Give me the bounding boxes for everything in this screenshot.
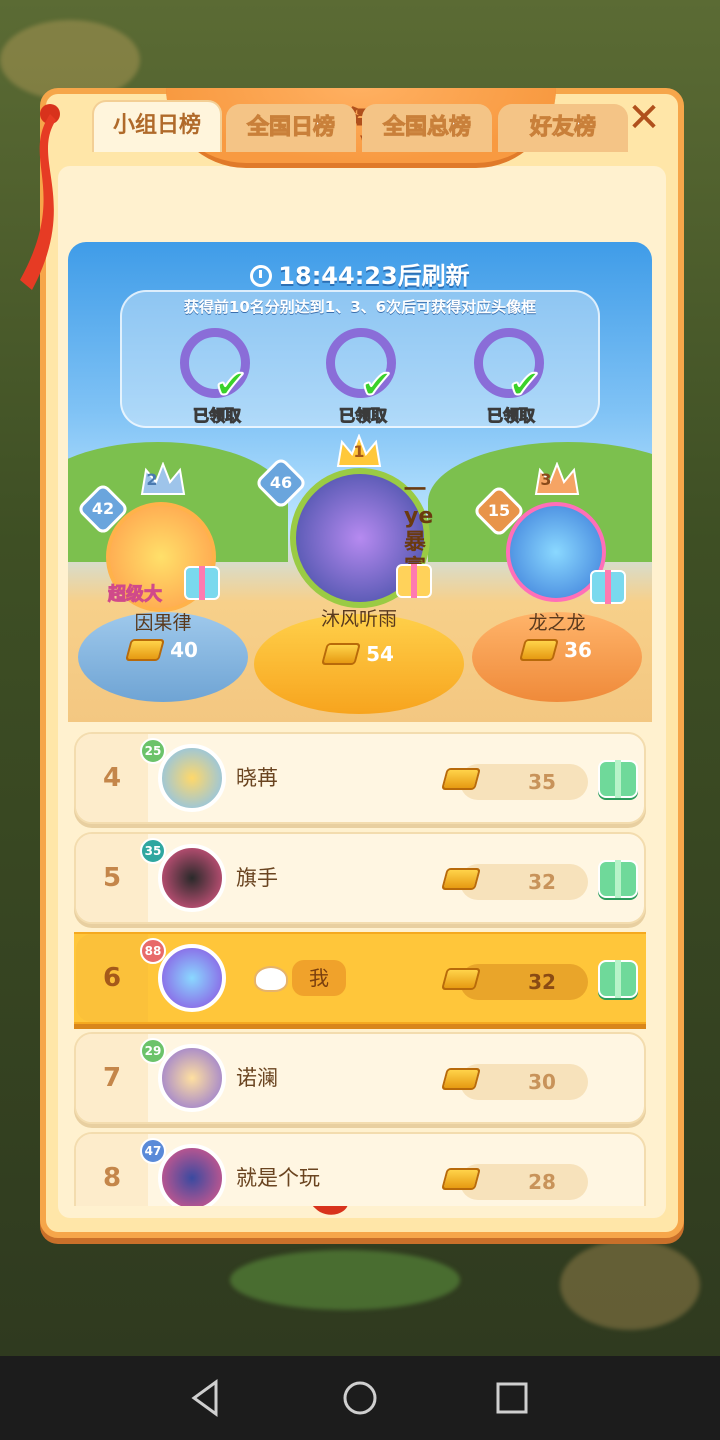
player-score: 36	[472, 638, 642, 662]
gold-bar-icon	[125, 639, 166, 661]
gold-bar-icon	[441, 868, 481, 890]
gold-bar-icon	[321, 643, 362, 665]
rank-number: 5	[102, 863, 122, 893]
gift-icon[interactable]	[598, 860, 638, 898]
close-icon[interactable]: ✕	[624, 98, 664, 138]
player-name: 晓苒	[236, 766, 278, 790]
system-navigation-bar	[0, 1356, 720, 1440]
ranking-list[interactable]: 4 25 晓苒 35 5 35 旗手 32 6 88 我 32 7 29 诺澜 …	[74, 730, 646, 1206]
gold-bar-icon	[519, 639, 560, 661]
tab-friends[interactable]: 好友榜	[498, 104, 628, 152]
timer-text: 18:44:23后刷新	[278, 262, 470, 290]
rank-number: 6	[102, 963, 122, 993]
list-item[interactable]: 7 29 诺澜 30	[74, 1032, 646, 1124]
bunny-icon	[254, 966, 288, 992]
tab-group-daily[interactable]: 小组日榜	[92, 100, 222, 152]
player-name: 旗手	[236, 866, 278, 890]
gift-icon[interactable]	[590, 570, 626, 604]
clock-icon	[250, 265, 273, 287]
player-name: 诺澜	[236, 1066, 278, 1090]
level-badge: 25	[140, 738, 166, 764]
level-badge: 29	[140, 1038, 166, 1064]
player-name: 就是个玩	[236, 1166, 320, 1190]
player-score: 35	[528, 770, 556, 794]
player-score: 32	[528, 970, 556, 994]
rank-number: 1	[353, 442, 365, 461]
podium-area: 18:44:23后刷新 获得前10名分别达到1、3、6次后可获得对应头像框 ✔ …	[68, 242, 652, 722]
rank-number: 3	[540, 470, 552, 489]
list-item-me[interactable]: 6 88 我 32	[74, 932, 646, 1024]
rank-number: 7	[102, 1063, 122, 1093]
gift-icon[interactable]	[396, 564, 432, 598]
list-item[interactable]: 5 35 旗手 32	[74, 832, 646, 924]
back-icon[interactable]	[184, 1376, 228, 1420]
me-label: 我	[292, 960, 346, 996]
level-badge: 88	[140, 938, 166, 964]
list-item[interactable]: 8 47 就是个玩 28	[74, 1132, 646, 1206]
gift-icon[interactable]	[184, 566, 220, 600]
player-score: 28	[528, 1170, 556, 1194]
podium-third[interactable]: 3 15 龙之龙 36	[472, 462, 642, 712]
gold-bar-icon	[441, 1168, 481, 1190]
background-blur	[560, 1240, 700, 1330]
player-score: 32	[528, 870, 556, 894]
tab-national-daily[interactable]: 全国日榜	[226, 104, 356, 152]
gold-bar-icon	[441, 768, 481, 790]
player-score: 54	[254, 642, 464, 666]
home-icon[interactable]	[338, 1376, 382, 1420]
frame-reward-box: 获得前10名分别达到1、3、6次后可获得对应头像框 ✔ 已领取 ✔ 已领取 ✔ …	[120, 290, 600, 428]
avatar-frame-3[interactable]: ✔ 已领取	[466, 324, 556, 426]
claimed-label: 已领取	[338, 406, 387, 426]
level-badge: 47	[140, 1138, 166, 1164]
background-blur	[230, 1250, 460, 1310]
recents-icon[interactable]	[490, 1376, 534, 1420]
player-name: 龙之龙	[528, 612, 586, 634]
gold-bar-icon	[441, 968, 481, 990]
podium-second[interactable]: 2 42 超级大 因果律 40	[76, 462, 248, 712]
player-name: 沐风听雨	[320, 608, 397, 630]
claimed-label: 已领取	[192, 406, 241, 426]
avatar[interactable]	[158, 1144, 226, 1206]
tab-bar: 小组日榜 全国日榜 全国总榜 好友榜	[50, 100, 628, 152]
player-name: 因果律	[134, 612, 192, 634]
gold-bar-icon	[441, 1068, 481, 1090]
refresh-timer: 18:44:23后刷新	[68, 256, 652, 291]
podium-first[interactable]: 1 46 一ye暴富 沐风听雨 54	[254, 434, 464, 718]
avatar-frame-2[interactable]: ✔ 已领取	[318, 324, 408, 426]
avatar[interactable]	[158, 944, 226, 1012]
frame-text: 超级大	[108, 584, 163, 606]
rank-number: 8	[102, 1163, 122, 1193]
avatar[interactable]	[158, 844, 226, 912]
reward-description: 获得前10名分别达到1、3、6次后可获得对应头像框	[183, 298, 537, 316]
claimed-label: 已领取	[486, 406, 535, 426]
rank-number: 4	[102, 763, 122, 793]
gift-icon[interactable]	[598, 960, 638, 998]
gift-icon[interactable]	[598, 760, 638, 798]
player-score: 40	[78, 638, 248, 662]
tab-national-total[interactable]: 全国总榜	[362, 104, 492, 152]
list-item[interactable]: 4 25 晓苒 35	[74, 732, 646, 824]
level-badge: 35	[140, 838, 166, 864]
rank-number: 2	[146, 470, 158, 489]
avatar[interactable]	[158, 1044, 226, 1112]
avatar[interactable]	[158, 744, 226, 812]
avatar-frame-1[interactable]: ✔ 已领取	[172, 324, 262, 426]
player-score: 30	[528, 1070, 556, 1094]
